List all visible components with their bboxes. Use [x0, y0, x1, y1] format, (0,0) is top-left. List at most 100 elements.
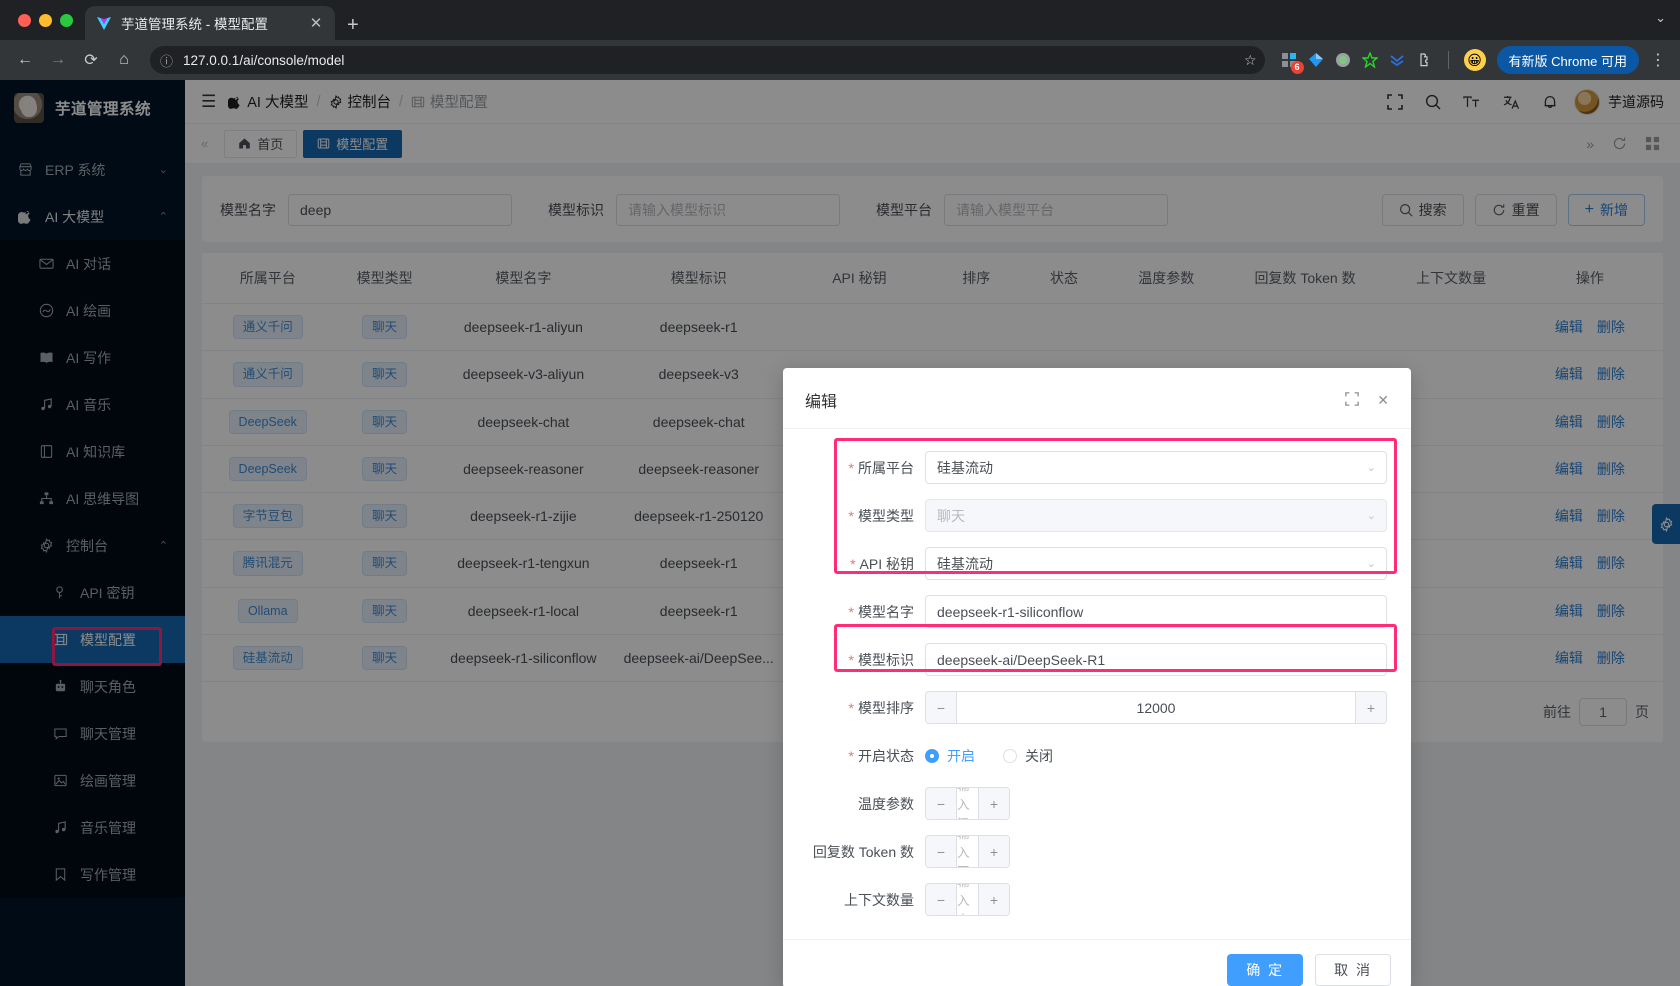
expand-icon[interactable]	[1345, 392, 1359, 409]
minimize-window-button[interactable]	[39, 14, 52, 27]
extensions-row: 6 😀	[1276, 49, 1486, 71]
plus-icon[interactable]: +	[978, 836, 1009, 867]
required-marker: *	[849, 604, 854, 620]
field-control: deepseek-r1-siliconflow	[925, 595, 1387, 628]
profile-avatar[interactable]: 😀	[1464, 49, 1486, 71]
address-bar[interactable]: ⓘ 127.0.0.1/ai/console/model ☆	[150, 46, 1265, 74]
required-marker: *	[850, 556, 855, 572]
required-marker: *	[849, 460, 854, 476]
model-name-field[interactable]: deepseek-r1-siliconflow	[925, 595, 1387, 628]
label-text: API 秘钥	[860, 556, 914, 572]
puzzle-extension-icon[interactable]	[1415, 51, 1433, 69]
chevron-down-icon: ⌄	[1367, 557, 1376, 570]
field-platform: *所属平台 硅基流动 ⌄	[807, 451, 1387, 484]
radio-dot-icon	[1003, 749, 1017, 763]
label-text: 开启状态	[858, 748, 914, 764]
close-icon[interactable]: ✕	[1377, 392, 1389, 409]
field-label: *开启状态	[807, 746, 925, 766]
diamond-extension-icon[interactable]	[1307, 51, 1325, 69]
address-bar-url[interactable]: 127.0.0.1/ai/console/model	[183, 53, 1234, 68]
label-text: 温度参数	[858, 796, 914, 812]
model-ident-field[interactable]: deepseek-ai/DeepSeek-R1	[925, 643, 1387, 676]
field-api-key: * API 秘钥 硅基流动 ⌄	[807, 547, 1387, 580]
field-control: − 请输入回复 +	[925, 835, 1387, 868]
minus-icon[interactable]: −	[926, 692, 957, 723]
browser-window: 芋道管理系统 - 模型配置 ✕ + ⌄ ← → ⟳ ⌂ ⓘ 127.0.0.1/…	[0, 0, 1680, 986]
window-controls[interactable]	[10, 0, 85, 40]
field-label: *模型名字	[807, 602, 925, 622]
cancel-button[interactable]: 取 消	[1315, 954, 1391, 986]
plus-icon[interactable]: +	[978, 788, 1009, 819]
model-type-select-value: 聊天	[937, 506, 965, 526]
chevrons-down-extension-icon[interactable]	[1388, 51, 1406, 69]
chrome-update-button[interactable]: 有新版 Chrome 可用	[1497, 46, 1639, 74]
minus-icon[interactable]: −	[926, 788, 957, 819]
edit-model-dialog: 编辑 ✕ *所属平台 硅基流动 ⌄	[783, 368, 1411, 986]
field-label: *所属平台	[807, 458, 925, 478]
max-tokens-value[interactable]: 请输入回复	[957, 836, 978, 867]
confirm-button[interactable]: 确 定	[1227, 954, 1303, 986]
status-radio-group: 开启 关闭	[925, 739, 1387, 772]
field-control: 聊天 ⌄	[925, 499, 1387, 532]
close-tab-icon[interactable]: ✕	[307, 14, 325, 32]
plus-icon[interactable]: +	[978, 884, 1009, 915]
dialog-title: 编辑	[805, 388, 1345, 412]
status-radio-on[interactable]: 开启	[925, 746, 975, 766]
extension-grid-icon[interactable]: 6	[1280, 51, 1298, 69]
model-type-select: 聊天 ⌄	[925, 499, 1387, 532]
forward-icon[interactable]: →	[43, 45, 73, 75]
extension-badge-count: 6	[1291, 61, 1304, 74]
context-count-value[interactable]: 请输入上下	[957, 884, 978, 915]
temperature-value[interactable]: 请输入温度	[957, 788, 978, 819]
temperature-stepper[interactable]: − 请输入温度 +	[925, 787, 1010, 820]
model-sort-stepper[interactable]: − 12000 +	[925, 691, 1387, 724]
context-count-stepper[interactable]: − 请输入上下 +	[925, 883, 1010, 916]
bookmark-star-icon[interactable]: ☆	[1244, 52, 1257, 69]
site-info-icon[interactable]: ⓘ	[160, 51, 173, 70]
plus-icon[interactable]: +	[1355, 692, 1386, 723]
field-max-tokens: 回复数 Token 数 − 请输入回复 +	[807, 835, 1387, 868]
field-label: *模型标识	[807, 650, 925, 670]
required-marker: *	[849, 652, 854, 668]
api-key-select[interactable]: 硅基流动 ⌄	[925, 547, 1387, 580]
field-label: 温度参数	[807, 794, 925, 814]
model-sort-value[interactable]: 12000	[957, 692, 1355, 723]
dialog-body: *所属平台 硅基流动 ⌄ *模型类型 聊天 ⌄	[783, 429, 1411, 939]
field-temperature: 温度参数 − 请输入温度 +	[807, 787, 1387, 820]
vite-favicon-icon	[95, 15, 112, 32]
field-control: 硅基流动 ⌄	[925, 547, 1387, 580]
field-control: − 12000 +	[925, 691, 1387, 724]
minus-icon[interactable]: −	[926, 884, 957, 915]
field-control: 开启 关闭	[925, 739, 1387, 772]
field-control: − 请输入上下 +	[925, 883, 1387, 916]
maximize-window-button[interactable]	[60, 14, 73, 27]
status-off-label: 关闭	[1025, 746, 1053, 766]
tab-list-chevron-down-icon[interactable]: ⌄	[1655, 10, 1666, 26]
back-icon[interactable]: ←	[10, 45, 40, 75]
chevron-down-icon: ⌄	[1367, 509, 1376, 522]
browser-tab[interactable]: 芋道管理系统 - 模型配置 ✕	[85, 6, 335, 40]
dialog-footer: 确 定 取 消	[783, 939, 1411, 986]
field-model-name: *模型名字 deepseek-r1-siliconflow	[807, 595, 1387, 628]
field-control: deepseek-ai/DeepSeek-R1	[925, 643, 1387, 676]
dialog-header-actions: ✕	[1345, 392, 1389, 409]
status-radio-off[interactable]: 关闭	[1003, 746, 1053, 766]
api-key-select-value: 硅基流动	[937, 554, 993, 574]
application: 芋道管理系统 ERP 系统 ⌄ AI 大模型 ⌃	[0, 80, 1680, 986]
max-tokens-stepper[interactable]: − 请输入回复 +	[925, 835, 1010, 868]
reload-icon[interactable]: ⟳	[76, 45, 106, 75]
required-marker: *	[849, 748, 854, 764]
browser-menu-icon[interactable]: ⋮	[1642, 50, 1670, 70]
minus-icon[interactable]: −	[926, 836, 957, 867]
platform-select[interactable]: 硅基流动 ⌄	[925, 451, 1387, 484]
status-on-label: 开启	[947, 746, 975, 766]
label-text: 回复数 Token 数	[813, 844, 914, 860]
new-tab-button[interactable]: +	[347, 15, 359, 35]
field-context-count: 上下文数量 − 请输入上下 +	[807, 883, 1387, 916]
label-text: 上下文数量	[844, 892, 914, 908]
circle-extension-icon[interactable]	[1334, 51, 1352, 69]
toolbar-divider	[1448, 51, 1449, 69]
home-icon[interactable]: ⌂	[109, 45, 139, 75]
close-window-button[interactable]	[18, 14, 31, 27]
star-extension-icon[interactable]	[1361, 51, 1379, 69]
